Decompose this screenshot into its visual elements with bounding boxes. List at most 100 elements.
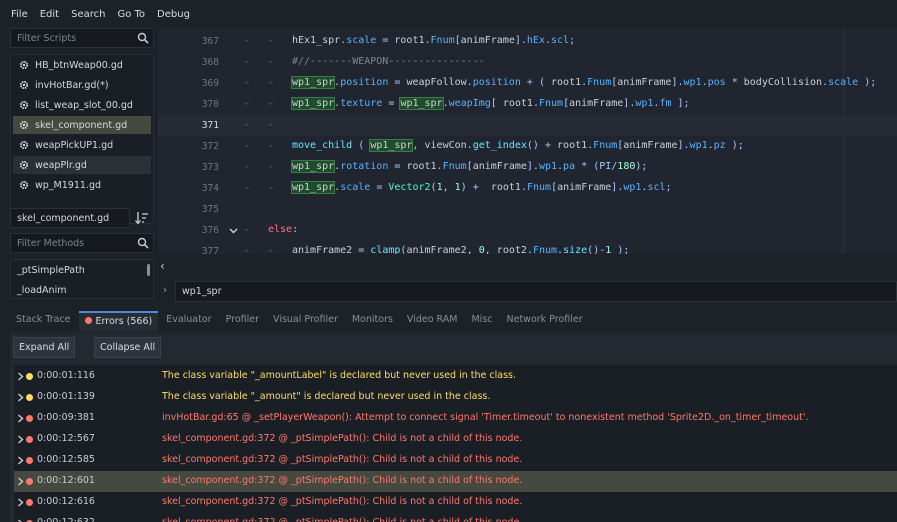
code-line[interactable]: 368 → → #//-------WEAPON---------------- bbox=[158, 52, 897, 73]
error-row[interactable]: 0:00:09:381 invHotBar.gd:65 @ _setPlayerW… bbox=[14, 408, 897, 429]
line-number: 367 bbox=[201, 36, 219, 47]
tab-arrow-icon: → bbox=[244, 162, 249, 171]
tab-errors[interactable]: Errors (566) bbox=[78, 311, 159, 331]
chevron-right-icon[interactable] bbox=[17, 456, 24, 465]
code-line[interactable]: 367 → → hEx1_spr.scale = root1.Fnum[animFra… bbox=[158, 31, 897, 52]
code-editor[interactable]: 367 → → hEx1_spr.scale = root1.Fnum[animFra… bbox=[158, 28, 897, 254]
code-line[interactable]: 372 → → move_child ( wp1_spr, viewCon.get_i… bbox=[158, 136, 897, 157]
error-time: 0:00:12:601 bbox=[37, 475, 95, 486]
error-message: skel_component.gd:372 @ _ptSimplePath():… bbox=[162, 496, 523, 507]
code-line[interactable]: 375 bbox=[158, 199, 897, 220]
chevron-right-icon[interactable] bbox=[17, 477, 24, 486]
tab-monitors[interactable]: Monitors bbox=[346, 311, 399, 331]
method-item[interactable]: _ptSimplePath bbox=[17, 265, 85, 276]
line-number: 369 bbox=[201, 78, 219, 89]
code-text: wp1_spr.position = weapFollow.position +… bbox=[290, 76, 877, 89]
code-text: wp1_spr.rotation = root1.Fnum[animFrame]… bbox=[290, 160, 648, 173]
search-input[interactable]: wp1_spr bbox=[175, 281, 897, 302]
menu-item-debug[interactable]: Debug bbox=[157, 9, 190, 20]
errors-panel: Expand All Collapse All 0:00:01:116 The c… bbox=[10, 332, 897, 522]
code-line[interactable]: 377 → → animFrame2 = clamp(animFrame2, 0, r… bbox=[158, 241, 897, 254]
error-row[interactable]: 0:00:01:116 The class variable "_amountLa… bbox=[14, 366, 897, 387]
warning-dot-icon bbox=[26, 373, 33, 380]
tab-network[interactable]: Network Profiler bbox=[501, 311, 589, 331]
warning-dot-icon bbox=[26, 394, 33, 401]
code-line[interactable]: 373 → → wp1_spr.rotation = root1.Fnum[animF… bbox=[158, 157, 897, 178]
error-time: 0:00:01:116 bbox=[37, 370, 95, 381]
search-icon bbox=[137, 32, 149, 44]
menu-item-go-to[interactable]: Go To bbox=[117, 9, 145, 20]
tab-evaluator[interactable]: Evaluator bbox=[160, 311, 217, 331]
line-number: 374 bbox=[201, 183, 219, 194]
tab-arrow-icon: → bbox=[244, 99, 249, 108]
tab-label: Profiler bbox=[225, 314, 260, 325]
tab-arrow-icon: → bbox=[268, 120, 273, 129]
script-item[interactable]: weapPlr.gd bbox=[13, 156, 151, 174]
chevron-right-icon[interactable] bbox=[17, 414, 24, 423]
code-line[interactable]: 370 → → wp1_spr.texture = wp1_spr.weapImg[ … bbox=[158, 94, 897, 115]
error-row[interactable]: 0:00:01:139 The class variable "_amount" … bbox=[14, 387, 897, 408]
error-time: 0:00:01:139 bbox=[37, 391, 95, 402]
script-name: skel_component.gd bbox=[35, 119, 128, 131]
chevron-down-icon[interactable] bbox=[229, 226, 238, 235]
menu-item-file[interactable]: File bbox=[11, 9, 28, 20]
chevron-right-icon[interactable] bbox=[17, 372, 24, 381]
script-item[interactable]: list_weap_slot_00.gd bbox=[13, 96, 151, 114]
line-number: 376 bbox=[201, 225, 219, 236]
error-row[interactable]: 0:00:12:632 skel_component.gd:372 @ _ptSi… bbox=[14, 513, 897, 522]
filter-scripts-input[interactable]: Filter Scripts bbox=[10, 28, 154, 48]
gear-icon bbox=[19, 80, 29, 90]
chevron-right-icon[interactable] bbox=[17, 498, 24, 507]
error-message: The class variable "_amount" is declared… bbox=[162, 391, 491, 402]
error-message: skel_component.gd:372 @ _ptSimplePath():… bbox=[162, 454, 523, 465]
expand-arrow-icon[interactable]: › bbox=[163, 285, 167, 296]
code-line[interactable]: 369 → → wp1_spr.position = weapFollow.posit… bbox=[158, 73, 897, 94]
script-name: weapPlr.gd bbox=[35, 159, 87, 171]
script-item[interactable]: wp_M1911.gd bbox=[13, 176, 151, 194]
code-line[interactable]: 374 → → wp1_spr.scale = Vector2(1, 1) + roo… bbox=[158, 178, 897, 199]
error-time: 0:00:12:616 bbox=[37, 496, 95, 507]
menu-item-edit[interactable]: Edit bbox=[40, 9, 59, 20]
tab-profiler[interactable]: Profiler bbox=[220, 311, 265, 331]
error-row[interactable]: 0:00:12:567 skel_component.gd:372 @ _ptSi… bbox=[14, 429, 897, 450]
menu-item-search[interactable]: Search bbox=[71, 9, 105, 20]
tab-arrow-icon: → bbox=[244, 183, 249, 192]
filter-methods-input[interactable]: Filter Methods bbox=[10, 233, 154, 253]
script-name: invHotBar.gd(*) bbox=[35, 79, 109, 91]
error-row[interactable]: 0:00:12:585 skel_component.gd:372 @ _ptSi… bbox=[14, 450, 897, 471]
code-line[interactable]: 371 → → bbox=[158, 115, 897, 136]
tab-arrow-icon: → bbox=[244, 78, 249, 87]
error-time: 0:00:12:585 bbox=[37, 454, 95, 465]
tab-visual[interactable]: Visual Profiler bbox=[267, 311, 344, 331]
method-item[interactable]: _loadAnim bbox=[17, 285, 66, 296]
error-message: skel_component.gd:372 @ _ptSimplePath():… bbox=[162, 433, 523, 444]
script-name: list_weap_slot_00.gd bbox=[35, 99, 133, 111]
tab-stack[interactable]: Stack Trace bbox=[10, 311, 77, 331]
sort-icon[interactable] bbox=[135, 210, 149, 226]
error-row[interactable]: 0:00:12:616 skel_component.gd:372 @ _ptSi… bbox=[14, 492, 897, 513]
script-item[interactable]: invHotBar.gd(*) bbox=[13, 76, 151, 94]
tab-video[interactable]: Video RAM bbox=[401, 311, 464, 331]
tab-label: Monitors bbox=[351, 314, 393, 325]
menu-bar: File Edit Search Go To Debug bbox=[0, 0, 897, 28]
code-text: animFrame2 = clamp(animFrame2, 0, root2.… bbox=[292, 245, 630, 254]
error-dot-icon bbox=[26, 457, 33, 464]
collapse-all-button[interactable]: Collapse All bbox=[94, 337, 162, 358]
line-number: 375 bbox=[201, 204, 219, 215]
error-row[interactable]: 0:00:12:601 skel_component.gd:372 @ _ptSi… bbox=[14, 471, 897, 492]
expand-all-button[interactable]: Expand All bbox=[13, 337, 76, 358]
chevron-right-icon[interactable] bbox=[17, 435, 24, 444]
line-number: 370 bbox=[201, 99, 219, 110]
script-item[interactable]: HB_btnWeap00.gd bbox=[13, 56, 151, 74]
tab-label: Stack Trace bbox=[16, 314, 71, 325]
chevron-right-icon[interactable] bbox=[17, 393, 24, 402]
code-line[interactable]: 376 → else: bbox=[158, 220, 897, 241]
current-script-field[interactable]: skel_component.gd bbox=[10, 208, 130, 228]
scrollbar[interactable] bbox=[147, 264, 150, 276]
script-item[interactable]: weapPickUP1.gd bbox=[13, 136, 151, 154]
tab-arrow-icon: → bbox=[268, 99, 273, 108]
error-message: skel_component.gd:372 @ _ptSimplePath():… bbox=[162, 517, 522, 522]
tab-misc[interactable]: Misc bbox=[465, 311, 498, 331]
collapse-chevron-icon[interactable]: ‹ bbox=[160, 259, 165, 273]
script-item[interactable]: skel_component.gd bbox=[13, 116, 151, 134]
